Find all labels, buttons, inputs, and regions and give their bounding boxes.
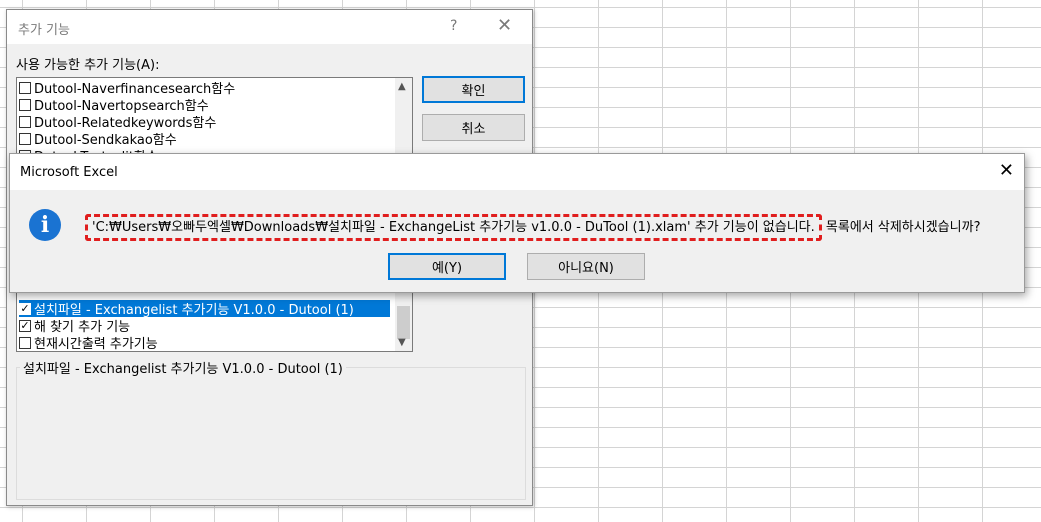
excel-message-dialog: Microsoft Excel ✕ i 'C:₩Users₩오빠두엑셀₩Down… <box>9 153 1025 293</box>
list-item[interactable]: Dutool-Relatedkeywords함수 <box>19 113 216 131</box>
list-item-label: 현재시간출력 추가기능 <box>34 337 158 352</box>
highlighted-path: 'C:₩Users₩오빠두엑셀₩Downloads₩설치파일 - Exchang… <box>85 214 822 241</box>
scroll-down-icon[interactable]: ▼ <box>398 337 406 348</box>
checkbox[interactable] <box>19 115 31 128</box>
checkbox[interactable] <box>19 336 31 349</box>
scroll-up-icon[interactable]: ▲ <box>398 81 406 92</box>
checkbox[interactable] <box>19 132 31 145</box>
list-item[interactable]: Dutool-Naverfinancesearch함수 <box>19 79 235 97</box>
scroll-thumb[interactable] <box>397 306 410 339</box>
checkbox[interactable] <box>19 98 31 111</box>
available-addins-label: 사용 가능한 추가 기능(A): <box>16 58 160 73</box>
close-icon[interactable]: ✕ <box>999 160 1014 181</box>
list-item-selected[interactable]: ✓ 설치파일 - Exchangelist 추가기능 V1.0.0 - Duto… <box>19 300 390 318</box>
checkbox[interactable] <box>19 81 31 94</box>
addin-description: 설치파일 - Exchangelist 추가기능 V1.0.0 - Dutool… <box>20 358 346 377</box>
info-icon: i <box>29 209 61 241</box>
yes-button[interactable]: 예(Y) <box>388 253 506 280</box>
cancel-button[interactable]: 취소 <box>422 114 525 141</box>
addins-titlebar[interactable]: 추가 기능 ? ✕ <box>7 10 532 44</box>
close-icon[interactable]: ✕ <box>497 15 512 36</box>
checkbox-checked[interactable]: ✓ <box>19 302 31 315</box>
addins-title: 추가 기능 <box>18 23 70 38</box>
list-item[interactable]: Dutool-Navertopsearch함수 <box>19 96 209 114</box>
list-item[interactable]: Dutool-Sendkakao함수 <box>19 130 177 148</box>
no-button[interactable]: 아니요(N) <box>527 253 645 280</box>
help-icon[interactable]: ? <box>450 18 457 34</box>
message-title: Microsoft Excel <box>20 165 118 180</box>
ok-button[interactable]: 확인 <box>422 76 525 103</box>
message-titlebar[interactable]: Microsoft Excel ✕ <box>10 154 1024 190</box>
message-question: 목록에서 삭제하시겠습니까? <box>821 220 981 235</box>
list-item[interactable]: ✓ 해 찾기 추가 기능 <box>19 317 130 335</box>
checkbox-checked[interactable]: ✓ <box>19 319 31 332</box>
message-text: 'C:₩Users₩오빠두엑셀₩Downloads₩설치파일 - Exchang… <box>85 214 981 241</box>
list-item[interactable]: 현재시간출력 추가기능 <box>19 334 158 352</box>
description-group <box>16 367 526 500</box>
